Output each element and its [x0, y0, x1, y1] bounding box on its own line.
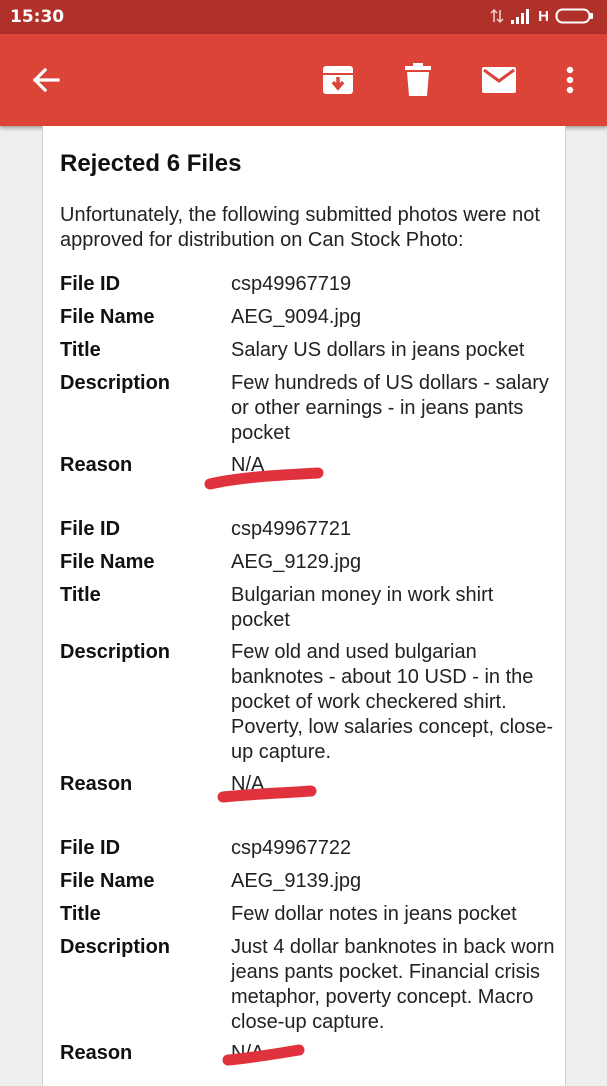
status-bar: 15:30 H — [0, 0, 607, 34]
archive-button[interactable] — [318, 60, 358, 100]
battery-icon — [555, 8, 593, 24]
file-name-value: AEG_9129.jpg — [231, 551, 362, 573]
reason-label: Reason — [60, 1042, 133, 1064]
status-icons: H — [490, 7, 595, 25]
data-transfer-icon — [490, 8, 504, 24]
file-2-description-row: Description Few old and used bulgarian b… — [60, 640, 555, 772]
more-vert-icon — [566, 66, 574, 94]
more-options-button[interactable] — [550, 60, 590, 100]
reason-value: N/A — [231, 454, 265, 476]
reason-cell: N/A — [217, 772, 555, 803]
file-1-description-row: Description Few hundreds of US dollars -… — [60, 371, 555, 453]
network-type: H — [538, 7, 549, 25]
title-value: Few dollar notes in jeans pocket — [231, 903, 517, 925]
delete-button[interactable] — [398, 60, 438, 100]
email-heading: Rejected 6 Files — [60, 150, 242, 177]
email-intro: Unfortunately, the following submitted p… — [60, 204, 540, 251]
file-2-id-row: File ID csp49967721 — [60, 517, 555, 550]
title-label: Title — [60, 584, 101, 606]
title-label: Title — [60, 903, 101, 925]
file-name-label: File Name — [60, 306, 155, 328]
reason-cell: N/A — [222, 1041, 555, 1066]
file-3-name-row: File Name AEG_9139.jpg — [60, 869, 555, 902]
title-value: Salary US dollars in jeans pocket — [231, 339, 525, 361]
file-2-name-row: File Name AEG_9129.jpg — [60, 550, 555, 583]
file-1-name-row: File Name AEG_9094.jpg — [60, 305, 555, 338]
reason-value: N/A — [231, 773, 265, 795]
file-3-reason-row: Reason N/A — [60, 1041, 555, 1081]
file-id-value: csp49967719 — [231, 273, 352, 295]
back-arrow-icon — [32, 67, 60, 93]
file-id-value: csp49967721 — [231, 518, 352, 540]
description-value: Few old and used bulgarian banknotes - a… — [231, 641, 553, 763]
file-id-label: File ID — [60, 518, 121, 540]
app-bar — [0, 34, 607, 126]
reason-cell: N/A — [204, 453, 555, 490]
signal-icon — [511, 9, 530, 24]
file-3-id-row: File ID csp49967722 — [60, 836, 555, 869]
file-name-label: File Name — [60, 870, 155, 892]
file-id-value: csp49967722 — [231, 837, 352, 859]
file-1-id-row: File ID csp49967719 — [60, 272, 555, 305]
email-body: Rejected 6 Files Unfortunately, the foll… — [42, 126, 566, 1086]
description-label: Description — [60, 372, 171, 394]
description-value: Just 4 dollar banknotes in back worn jea… — [231, 936, 555, 1033]
file-name-value: AEG_9094.jpg — [231, 306, 362, 328]
file-name-label: File Name — [60, 551, 155, 573]
archive-icon — [323, 66, 353, 94]
back-button[interactable] — [26, 60, 66, 100]
delete-icon — [405, 63, 431, 96]
description-label: Description — [60, 641, 171, 663]
file-id-label: File ID — [60, 273, 121, 295]
reason-label: Reason — [60, 454, 133, 476]
description-value: Few hundreds of US dollars - salary or o… — [231, 372, 549, 444]
reason-label: Reason — [60, 773, 133, 795]
mail-icon — [482, 67, 516, 93]
description-label: Description — [60, 936, 171, 958]
title-label: Title — [60, 339, 101, 361]
mark-unread-button[interactable] — [479, 60, 519, 100]
file-name-value: AEG_9139.jpg — [231, 870, 362, 892]
file-1-title-row: Title Salary US dollars in jeans pocket — [60, 338, 555, 371]
status-time: 15:30 — [10, 7, 65, 27]
file-2-title-row: Title Bulgarian money in work shirt pock… — [60, 583, 555, 640]
file-3-title-row: Title Few dollar notes in jeans pocket — [60, 902, 555, 935]
file-2-reason-row: Reason N/A — [60, 772, 555, 836]
file-3-description-row: Description Just 4 dollar banknotes in b… — [60, 935, 555, 1041]
rejected-files-list: File ID csp49967719 File Name AEG_9094.j… — [60, 272, 555, 1081]
reason-value: N/A — [231, 1042, 265, 1064]
title-value: Bulgarian money in work shirt pocket — [231, 584, 494, 631]
file-id-label: File ID — [60, 837, 121, 859]
file-1-reason-row: Reason N/A — [60, 453, 555, 517]
